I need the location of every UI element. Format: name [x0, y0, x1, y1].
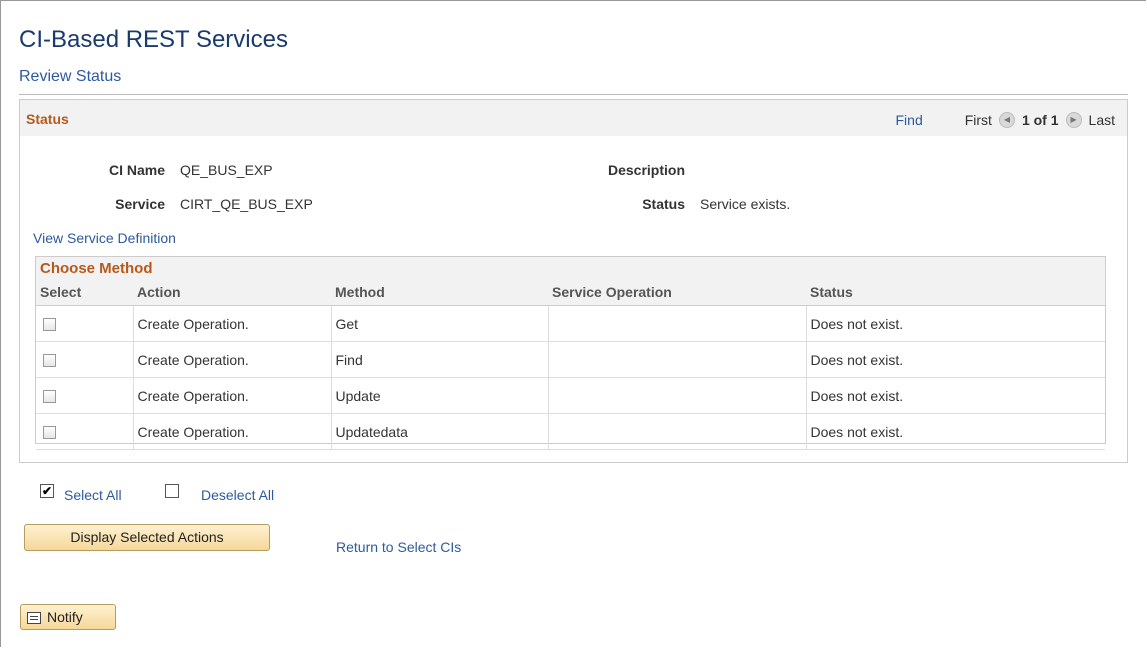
display-selected-actions-button[interactable]: Display Selected Actions	[24, 524, 270, 551]
page-title: CI-Based REST Services	[19, 26, 288, 53]
status-label: Status	[642, 196, 685, 212]
notify-icon	[27, 612, 41, 625]
find-link[interactable]: Find	[896, 112, 923, 128]
select-cell	[36, 377, 134, 414]
status-section: Status Find First ◀ 1 of 1 ▶ Last CI Nam…	[19, 99, 1128, 463]
method-cell: Updatedata	[331, 413, 549, 450]
status-section-title: Status	[26, 111, 69, 127]
next-icon[interactable]: ▶	[1065, 112, 1082, 128]
row-position: 1 of 1	[1021, 112, 1059, 128]
column-header-method: Method	[331, 279, 548, 306]
page-subtitle: Review Status	[19, 68, 122, 85]
grid-title-bar: Choose Method	[36, 257, 1105, 280]
action-cell: Create Operation.	[133, 413, 332, 450]
service-operation-cell	[548, 305, 807, 342]
view-service-definition-link[interactable]: View Service Definition	[33, 230, 176, 246]
first-label: First	[964, 112, 992, 128]
column-header-action: Action	[133, 279, 331, 306]
status-cell: Does not exist.	[806, 341, 1105, 378]
service-operation-cell	[548, 377, 807, 414]
select-cell	[36, 413, 134, 450]
last-label: Last	[1088, 112, 1115, 128]
method-table: Select Action Method Service Operation S…	[36, 279, 1105, 450]
status-cell: Does not exist.	[806, 413, 1105, 450]
method-cell: Find	[331, 341, 549, 378]
table-row: Create Operation. Updatedata Does not ex…	[36, 413, 1105, 450]
notify-button[interactable]: Notify	[20, 604, 116, 630]
select-checkbox[interactable]	[43, 354, 56, 368]
ci-name-label: CI Name	[108, 162, 165, 178]
notify-label: Notify	[47, 609, 83, 625]
action-cell: Create Operation.	[133, 377, 332, 414]
method-cell: Update	[331, 377, 549, 414]
select-checkbox[interactable]	[43, 390, 56, 404]
select-all-link[interactable]: Select All	[64, 487, 122, 503]
previous-icon[interactable]: ◀	[998, 112, 1015, 128]
grid-title: Choose Method	[40, 260, 153, 277]
description-label: Description	[607, 162, 685, 178]
deselect-all-link[interactable]: Deselect All	[201, 487, 274, 503]
table-header-row: Select Action Method Service Operation S…	[36, 279, 1105, 306]
action-cell: Create Operation.	[133, 341, 332, 378]
select-cell	[36, 305, 134, 342]
select-checkbox[interactable]	[43, 318, 56, 332]
service-label: Service	[115, 196, 165, 212]
service-operation-cell	[548, 413, 807, 450]
action-cell: Create Operation.	[133, 305, 332, 342]
status-cell: Does not exist.	[806, 305, 1105, 342]
ci-name-value: QE_BUS_EXP	[180, 162, 273, 178]
method-cell: Get	[331, 305, 549, 342]
status-cell: Does not exist.	[806, 377, 1105, 414]
status-header: Status Find First ◀ 1 of 1 ▶ Last	[20, 100, 1127, 136]
select-cell	[36, 341, 134, 378]
column-header-service-operation: Service Operation	[548, 279, 806, 306]
column-header-select: Select	[36, 279, 133, 306]
row-navigation: Find First ◀ 1 of 1 ▶ Last	[896, 112, 1115, 128]
select-all-icon[interactable]: ✔	[40, 484, 54, 498]
select-checkbox[interactable]	[43, 426, 56, 440]
table-row: Create Operation. Find Does not exist.	[36, 341, 1105, 378]
table-row: Create Operation. Update Does not exist.	[36, 377, 1105, 414]
deselect-all-icon[interactable]	[165, 484, 179, 498]
service-value: CIRT_QE_BUS_EXP	[180, 196, 313, 212]
column-header-status: Status	[806, 279, 1105, 306]
title-divider	[19, 94, 1128, 95]
service-operation-cell	[548, 341, 807, 378]
choose-method-grid: Choose Method Select Action Method Servi…	[35, 256, 1106, 450]
table-row: Create Operation. Get Does not exist.	[36, 305, 1105, 342]
return-to-select-cis-link[interactable]: Return to Select CIs	[336, 539, 461, 555]
status-value: Service exists.	[700, 196, 791, 212]
